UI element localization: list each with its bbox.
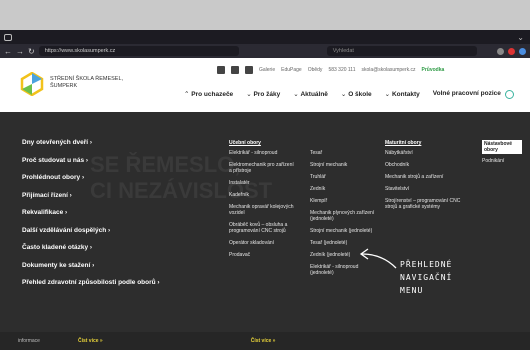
link-why-study[interactable]: Proč studovat u nás › [22, 157, 160, 175]
annotation-line: NAVIGAČNÍ [400, 273, 453, 282]
field-link[interactable]: Tesař (jednoleté) [310, 240, 376, 246]
extension-icon[interactable] [497, 47, 504, 55]
field-link[interactable]: Strojní mechanik (jednoleté) [310, 228, 376, 234]
handwritten-annotation: PŘEHLEDNÉ NAVIGAČNÍ MENU [400, 258, 452, 297]
maturitni-obory-column: Maturitní obory Nábytkářství Obchodník M… [385, 140, 473, 216]
background-band [0, 0, 530, 30]
field-link[interactable]: Mechanik strojů a zařízení [385, 174, 473, 180]
link-open-days[interactable]: Dny otevřených dveří › [22, 139, 160, 157]
instagram-icon[interactable] [231, 66, 239, 74]
brand-name[interactable]: Střední škola řemesel, Šumperk [50, 76, 123, 90]
back-icon[interactable]: ← [4, 47, 12, 56]
field-link[interactable]: Kadeřník [229, 192, 297, 198]
field-link[interactable]: Stavitelství [385, 186, 473, 192]
field-link[interactable]: Klempíř [310, 198, 376, 204]
extension-icon[interactable] [519, 47, 526, 55]
tab-icon[interactable] [4, 33, 12, 41]
address-field[interactable]: https://www.skolasumperk.cz [38, 46, 239, 56]
reload-icon[interactable]: ↻ [28, 47, 35, 56]
nav-item-kontakty[interactable]: ⌄ Kontakty [385, 90, 420, 98]
school-logo[interactable] [20, 72, 44, 96]
annotation-line: MENU [400, 286, 424, 295]
brand-line-2: Šumperk [50, 83, 78, 89]
field-link[interactable]: Prodavač [229, 252, 297, 258]
read-more-link[interactable]: Číst více » [78, 338, 103, 344]
nav-item-aktualne[interactable]: ⌄ Aktuálně [293, 90, 328, 98]
annotation-line: PŘEHLEDNÉ [400, 260, 453, 269]
email-link[interactable]: skola@skolasumperk.cz [362, 67, 416, 73]
field-link[interactable]: Elektromechanik pro zařízení a přístroje [229, 162, 297, 174]
phone-number[interactable]: 583 320 111 [328, 67, 355, 73]
nav-label: O škole [348, 91, 372, 98]
field-link[interactable]: Strojní mechanik [310, 162, 376, 168]
nav-label: Aktuálně [300, 91, 328, 98]
mega-menu: SE ŘEMESLO, CI NEZÁVISLOST Dny otevřenýc… [0, 112, 530, 350]
field-link[interactable]: Obráběč kovů – obsluha a programování CN… [229, 222, 297, 234]
extension-icon[interactable] [508, 47, 515, 55]
nav-item-volne-pozice[interactable]: Volné pracovní pozice [433, 90, 501, 98]
nav-label: Kontakty [391, 91, 420, 98]
window-controls[interactable]: ⌄ [517, 33, 530, 42]
maturitni-obory-heading[interactable]: Maturitní obory [385, 140, 473, 146]
footer-strip: informace Číst více » Číst více » [0, 332, 530, 350]
nav-item-o-skole[interactable]: ⌄ O škole [341, 90, 372, 98]
link-obedy[interactable]: Obědy [308, 67, 323, 73]
site-header: Střední škola řemesel, Šumperk Galerie E… [0, 58, 530, 112]
footer-informace: informace [18, 338, 40, 344]
nastavbove-obory-heading[interactable]: Nástavbové obory [482, 140, 522, 154]
nav-item-pro-zaky[interactable]: ⌄ Pro žáky [246, 90, 280, 98]
utility-bar: Galerie EduPage Obědy 583 320 111 skola@… [217, 66, 444, 74]
link-adult-education[interactable]: Další vzdělávání dospělých › [22, 227, 160, 245]
link-browse-fields[interactable]: Prohlédnout obory › [22, 174, 160, 192]
link-faq[interactable]: Často kladené otázky › [22, 244, 160, 262]
ucebni-obory-column-1: Učební obory Elektrikář - silnoproud Ele… [229, 140, 297, 264]
link-pruvodka[interactable]: Průvodka [422, 67, 445, 73]
youtube-icon[interactable] [245, 66, 253, 74]
link-edupage[interactable]: EduPage [281, 67, 302, 73]
link-admission[interactable]: Přijímací řízení › [22, 192, 160, 210]
ucebni-obory-heading[interactable]: Učební obory [229, 140, 297, 146]
brand-line-1: Střední škola řemesel, [50, 76, 124, 82]
field-link[interactable]: Zedník [310, 186, 376, 192]
nav-label: Volné pracovní pozice [432, 90, 501, 97]
nav-label: Pro uchazeče [191, 91, 234, 98]
tab-bar: ⌄ [0, 30, 530, 44]
field-link[interactable]: Mechanik plynových zařízení (jednoleté) [310, 210, 376, 222]
field-link[interactable]: Instalatér [229, 180, 297, 186]
link-galerie[interactable]: Galerie [259, 67, 275, 73]
main-navigation: ⌃ Pro uchazeče ⌄ Pro žáky ⌄ Aktuálně ⌄ O… [184, 90, 501, 98]
field-link[interactable]: Strojírenství – programování CNC strojů … [385, 198, 473, 210]
nav-label: Pro žáky [253, 91, 281, 98]
url-bar: ← → ↻ https://www.skolasumperk.cz Vyhled… [0, 44, 530, 58]
field-link[interactable]: Mechanik opravář kolejových vozidel [229, 204, 297, 216]
field-link[interactable]: Operátor skladování [229, 240, 297, 246]
forward-icon[interactable]: → [16, 47, 24, 56]
nav-item-pro-uchazece[interactable]: ⌃ Pro uchazeče [184, 90, 233, 98]
annotation-arrow-icon [359, 248, 397, 269]
link-requalification[interactable]: Rekvalifikace › [22, 209, 160, 227]
field-link[interactable]: Podnikání [482, 158, 522, 164]
field-link[interactable]: Elektrikář - silnoproud [229, 150, 297, 156]
browser-window: ⌄ ← → ↻ https://www.skolasumperk.cz Vyhl… [0, 30, 530, 350]
field-link[interactable]: Nábytkářství [385, 150, 473, 156]
field-link[interactable]: Truhlář [310, 174, 376, 180]
nastavbove-obory-column: Nástavbové obory Podnikání [482, 140, 522, 170]
search-field[interactable]: Vyhledat [326, 46, 477, 56]
field-link[interactable]: Tesař [310, 150, 376, 156]
facebook-icon[interactable] [217, 66, 225, 74]
extensions [497, 47, 526, 55]
search-icon[interactable] [505, 90, 514, 99]
read-more-link[interactable]: Číst více » [251, 338, 276, 344]
link-documents[interactable]: Dokumenty ke stažení › [22, 262, 160, 280]
link-health-overview[interactable]: Přehled zdravotní způsobilosti podle obo… [22, 279, 160, 297]
field-link[interactable]: Obchodník [385, 162, 473, 168]
applicant-links: Dny otevřených dveří › Proč studovat u n… [22, 139, 160, 297]
